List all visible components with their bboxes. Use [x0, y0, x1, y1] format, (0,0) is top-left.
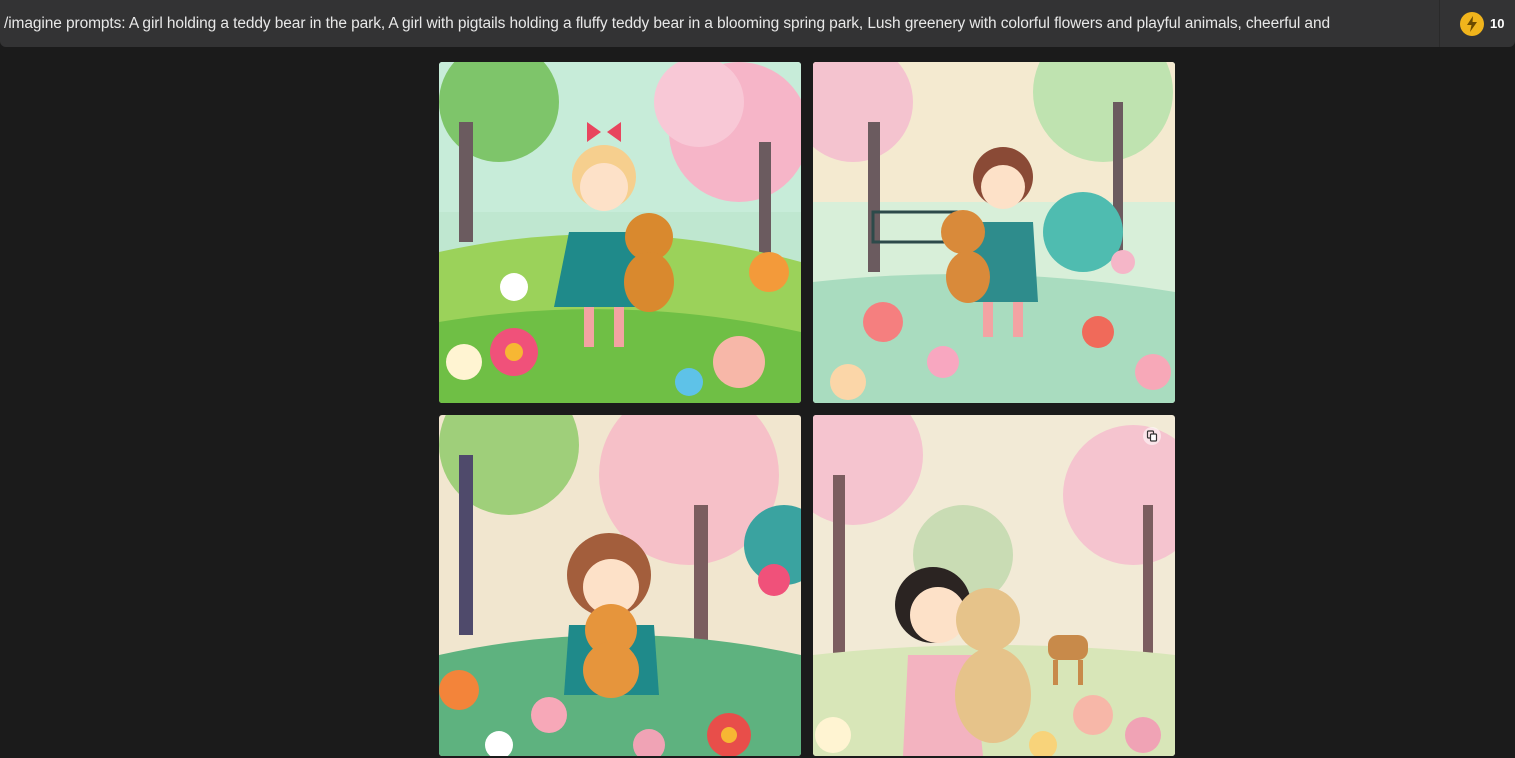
prompt-text[interactable]: /imagine prompts: A girl holding a teddy… [0, 0, 1439, 47]
image-grid [439, 62, 1175, 756]
image-1-illustration [439, 62, 801, 403]
generated-image-1[interactable] [439, 62, 801, 403]
image-3-illustration [439, 415, 801, 756]
generated-image-4[interactable] [813, 415, 1175, 756]
image-4-illustration [813, 415, 1175, 756]
copy-icon[interactable] [1143, 427, 1161, 445]
credits-button[interactable]: 10 [1439, 0, 1515, 47]
credit-count: 10 [1490, 16, 1505, 31]
lightning-bolt-icon [1460, 11, 1484, 36]
prompt-bar: /imagine prompts: A girl holding a teddy… [0, 0, 1515, 47]
generated-image-2[interactable] [813, 62, 1175, 403]
generated-image-3[interactable] [439, 415, 801, 756]
image-2-illustration [813, 62, 1175, 403]
